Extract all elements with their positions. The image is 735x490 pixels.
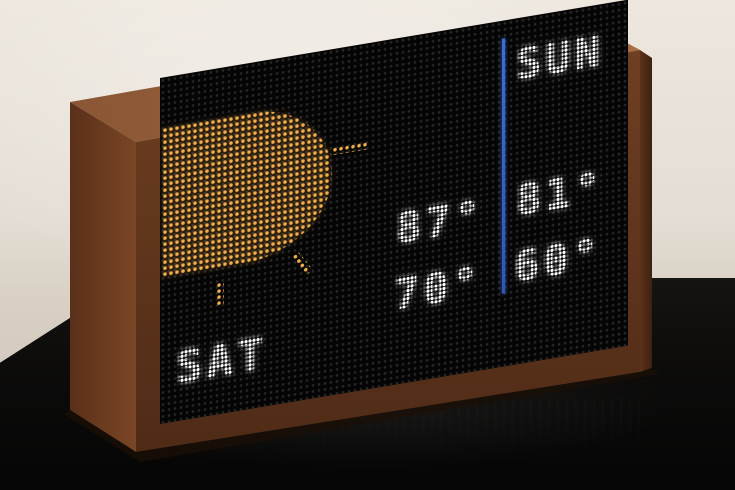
sun-ray-icon: [291, 250, 313, 276]
sun-ray-icon: [216, 281, 224, 307]
divider-line: [502, 38, 505, 294]
sun-ray-icon: [332, 141, 368, 156]
left-low-temp: 70°: [394, 256, 482, 320]
right-day-label: SUN: [516, 25, 604, 90]
left-day-label: SAT: [176, 328, 268, 395]
left-high-temp: 87°: [396, 189, 484, 254]
box-left-face: [70, 102, 136, 452]
sun-icon: [162, 99, 332, 278]
photo-scene: SUN 87° 81° 70° 60° SAT: [0, 0, 735, 490]
box-right-edge: [640, 50, 652, 372]
right-high-temp: 81°: [516, 161, 604, 226]
right-low-temp: 60°: [514, 228, 602, 292]
